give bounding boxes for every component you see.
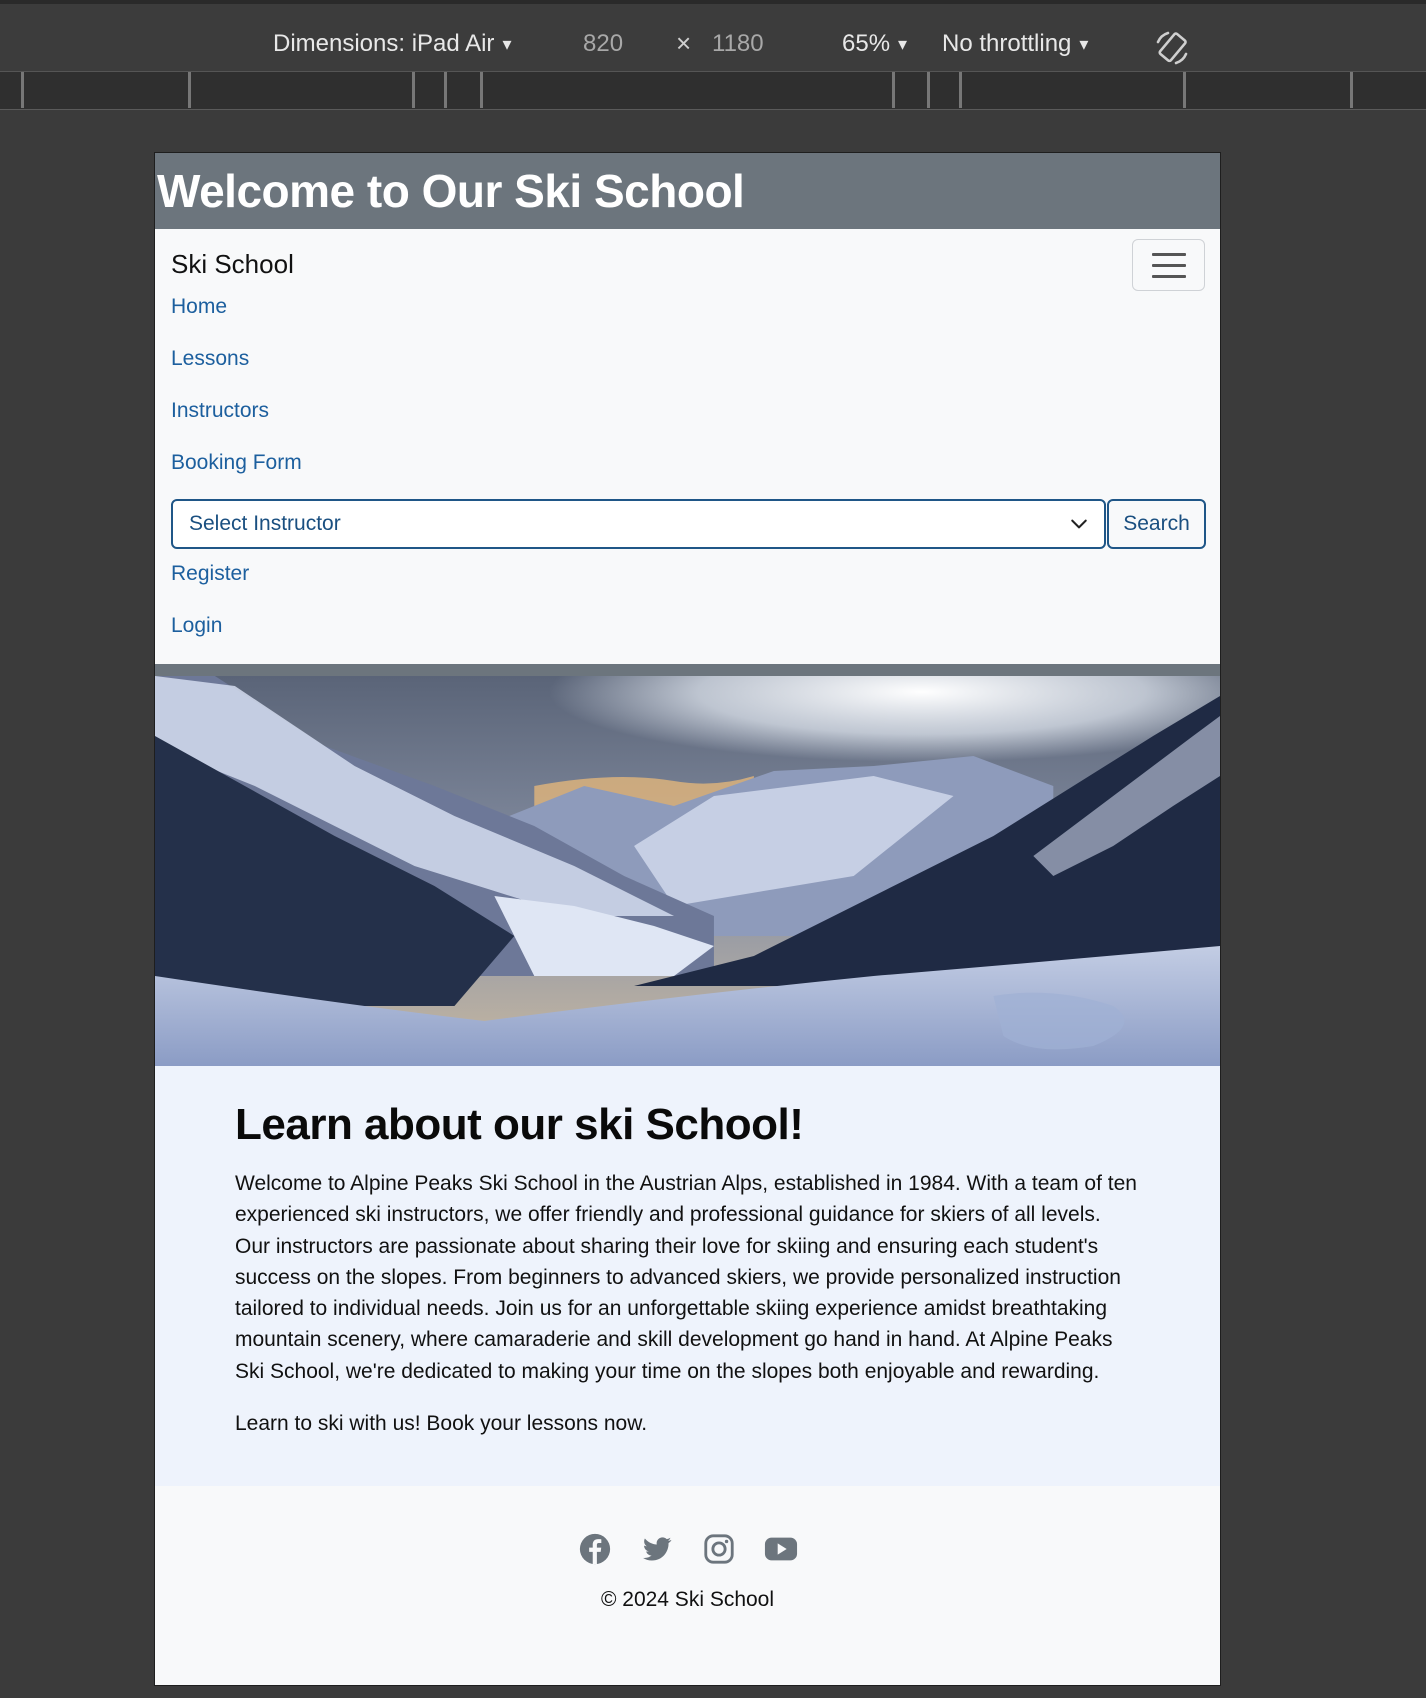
- media-query-ruler: [0, 72, 1426, 110]
- navbar-brand[interactable]: Ski School: [171, 249, 294, 280]
- nav-link-lessons[interactable]: Lessons: [171, 347, 249, 371]
- about-paragraph: Welcome to Alpine Peaks Ski School in th…: [235, 1172, 1137, 1383]
- nav-link-booking-form[interactable]: Booking Form: [171, 451, 302, 475]
- hamburger-icon-bar: [1151, 263, 1186, 267]
- dimensions-label: Dimensions: iPad Air: [273, 30, 495, 57]
- about-section: Learn about our ski School! Welcome to A…: [155, 1066, 1220, 1487]
- nav-link-login[interactable]: Login: [171, 614, 222, 638]
- dimensions-caret-icon: ▾: [502, 33, 512, 54]
- zoom-caret-icon: ▾: [898, 33, 908, 54]
- navbar-divider: [155, 664, 1220, 676]
- facebook-icon[interactable]: [577, 1532, 613, 1566]
- twitter-icon[interactable]: [639, 1532, 675, 1566]
- social-links: [155, 1532, 1220, 1566]
- copyright-text: © 2024 Ski School: [600, 1588, 775, 1612]
- instructor-select[interactable]: Select Instructor: [171, 499, 1106, 549]
- zoom-label: 65%: [842, 30, 891, 57]
- about-heading: Learn about our ski School!: [235, 1100, 804, 1149]
- navbar: Ski School Home Lessons Instructors Book…: [155, 229, 1220, 664]
- instructor-select-value: Select Instructor: [189, 512, 341, 535]
- site-footer: © 2024 Ski School: [155, 1486, 1220, 1649]
- youtube-icon[interactable]: [763, 1532, 799, 1566]
- width-input[interactable]: 820: [583, 30, 623, 58]
- height-input[interactable]: 1180: [712, 30, 764, 58]
- navbar-toggler-button[interactable]: [1132, 239, 1205, 291]
- times-icon: ×: [676, 28, 692, 58]
- ruler-tick: [959, 72, 962, 108]
- ruler-tick: [1350, 72, 1353, 108]
- hamburger-icon-bar: [1151, 274, 1186, 278]
- throttling-dropdown[interactable]: No throttling ▾: [942, 30, 1088, 58]
- ruler-tick: [892, 72, 895, 108]
- chevron-down-icon: [1071, 519, 1087, 529]
- page-title: Welcome to Our Ski School: [157, 165, 745, 217]
- nav-link-home[interactable]: Home: [171, 295, 227, 319]
- site-header: Welcome to Our Ski School: [155, 153, 1220, 229]
- ruler-tick: [188, 72, 191, 108]
- rotate-icon[interactable]: [1152, 28, 1192, 68]
- ruler-tick: [927, 72, 930, 108]
- search-button[interactable]: Search: [1107, 499, 1206, 549]
- call-to-action-text: Learn to ski with us! Book your lessons …: [235, 1412, 648, 1436]
- hamburger-icon-bar: [1151, 252, 1186, 256]
- throttling-label: No throttling: [942, 30, 1072, 57]
- ruler-tick: [1183, 72, 1186, 108]
- hero-image: [155, 676, 1220, 1066]
- ruler-tick: [444, 72, 447, 108]
- ruler-tick: [21, 72, 24, 108]
- device-viewport: Welcome to Our Ski School Ski School Hom…: [154, 152, 1221, 1686]
- nav-link-register[interactable]: Register: [171, 562, 249, 586]
- dimensions-dropdown[interactable]: Dimensions: iPad Air ▾: [273, 30, 511, 58]
- throttling-caret-icon: ▾: [1079, 33, 1089, 54]
- nav-link-instructors[interactable]: Instructors: [171, 399, 269, 423]
- devtools-device-toolbar: Dimensions: iPad Air ▾ 820 × 1180 65% ▾ …: [0, 0, 1426, 72]
- zoom-dropdown[interactable]: 65% ▾: [842, 30, 907, 58]
- ruler-tick: [412, 72, 415, 108]
- instructor-search-form: Select Instructor Search: [171, 499, 1206, 549]
- instagram-icon[interactable]: [701, 1532, 737, 1566]
- ruler-tick: [480, 72, 483, 108]
